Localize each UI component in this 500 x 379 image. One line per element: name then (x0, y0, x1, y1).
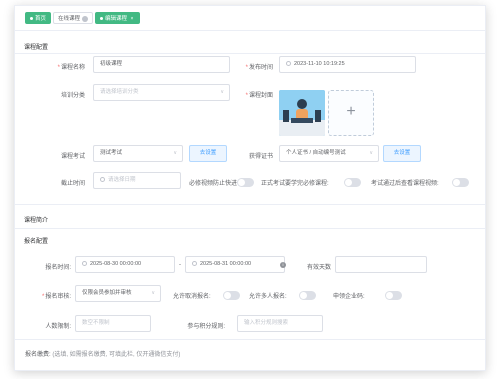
training-category-label: 培训分类 (60, 93, 85, 99)
section-title-course-config: 课程配置 (24, 45, 49, 51)
plus-icon: + (346, 103, 356, 120)
pass-exam-view-video-label: 考试通过后查看课程视频: (371, 181, 439, 187)
course-exam-select[interactable]: 测试考试 ∨ (93, 145, 183, 162)
chevron-down-icon: ∨ (220, 89, 224, 95)
deadline-label: 截止时间 (60, 181, 85, 187)
training-category-select[interactable]: 请选择培训分类 ∨ (93, 84, 230, 101)
course-cover-image[interactable] (279, 90, 325, 136)
date-range-separator: - (179, 262, 181, 268)
points-rule-label: 参与积分规则: (187, 324, 225, 330)
course-name-label: *课程名称 (57, 65, 85, 71)
clock-icon (82, 261, 87, 267)
exam-settings-button[interactable]: 去设置 (189, 145, 227, 162)
divider (15, 228, 485, 229)
headcount-limit-label: 人数限制: (45, 324, 71, 330)
signup-review-label: *报名审核: (41, 294, 71, 300)
clock-icon (100, 177, 105, 183)
publish-time-picker[interactable]: 2023-11-10 10:19:25 (279, 56, 416, 73)
active-dot-icon (30, 17, 33, 21)
divider (15, 339, 485, 340)
tab-bar: 首页 在线课程 编辑课程 × (15, 6, 485, 31)
divider (15, 204, 485, 205)
close-icon[interactable]: × (129, 16, 135, 22)
certificate-label: 获得证书 (248, 154, 273, 160)
active-dot-icon (100, 17, 103, 21)
points-rule-input[interactable]: 输入积分规则搜索 (237, 315, 323, 332)
tab-home[interactable]: 首页 (25, 12, 52, 24)
course-cover-label: *课程封面 (245, 93, 273, 99)
signup-review-select[interactable]: 仅限会员参加并审核 ∨ (75, 285, 161, 302)
enterprise-application-label: 申领企业码: (333, 294, 365, 300)
clock-icon (286, 61, 291, 67)
publish-time-label: *发布时间 (245, 65, 273, 71)
chevron-down-icon: ∨ (151, 290, 155, 296)
certificate-select[interactable]: 个人证书 / 自动编号测试 ∨ (279, 145, 379, 162)
must-watch-video-label: 必修视频防止快进 (189, 181, 238, 187)
course-edit-card: 首页 在线课程 编辑课程 × 课程配置 *课程名称 初级课程 *发布时间 2023… (14, 5, 486, 371)
deadline-picker[interactable]: 请选择日期 (93, 172, 181, 189)
valid-days-input[interactable] (335, 256, 427, 273)
pass-exam-view-video-switch[interactable] (452, 178, 469, 187)
cover-upload-button[interactable]: + (328, 90, 374, 136)
allow-multi-label: 允许多人报名: (249, 294, 287, 300)
signup-end-picker[interactable]: 2025-08-31 00:00:00 (185, 256, 285, 273)
allow-cancel-label: 允许取消报名: (173, 294, 211, 300)
headcount-limit-input[interactable]: 数空不限制 (75, 315, 151, 332)
allow-cancel-switch[interactable] (223, 291, 240, 300)
signup-start-picker[interactable]: 2025-08-30 00:00:00 (75, 256, 175, 273)
chevron-down-icon: ∨ (173, 150, 177, 156)
allow-multi-switch[interactable] (299, 291, 316, 300)
valid-days-label: 有效天数 (306, 265, 331, 271)
info-icon[interactable]: i (280, 262, 286, 268)
signup-fee-row: 报名缴费: (选填, 如需报名缴费, 可填此栏, 仅开通微信支付) (25, 352, 181, 358)
must-watch-video-switch[interactable] (237, 178, 254, 187)
certificate-settings-button[interactable]: 去设置 (383, 145, 421, 162)
divider (15, 53, 485, 54)
close-icon[interactable] (82, 15, 89, 22)
cover-illustration (279, 90, 325, 136)
clock-icon (192, 261, 197, 267)
course-name-input[interactable]: 初级课程 (93, 56, 230, 73)
tab-online-courses[interactable]: 在线课程 (53, 12, 94, 24)
formal-exam-requirement-switch[interactable] (344, 178, 361, 187)
course-exam-label: 课程考试 (60, 154, 85, 160)
tab-edit-course[interactable]: 编辑课程 × (95, 12, 141, 24)
enterprise-application-switch[interactable] (385, 291, 402, 300)
signup-time-label: 报名时间: (45, 265, 71, 271)
formal-exam-requirement-label: 正式考试要学完必修课程: (261, 181, 329, 187)
section-title-signup-config: 报名配置 (24, 239, 49, 245)
chevron-down-icon: ∨ (369, 150, 373, 156)
section-title-course-intro: 课程简介 (24, 218, 49, 224)
